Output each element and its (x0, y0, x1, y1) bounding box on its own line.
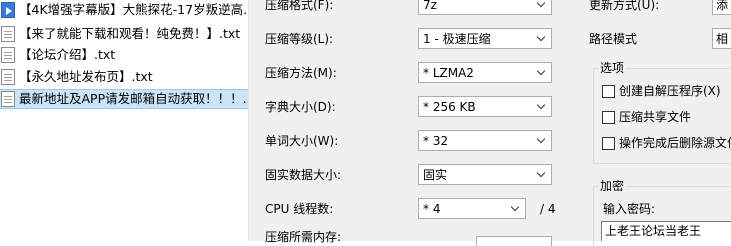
word-value: * 32 (423, 134, 449, 148)
format-select[interactable]: 7z (418, 0, 552, 15)
file-name: 【4K增强字幕版】大熊探花-17岁叛逆高... (19, 2, 248, 17)
list-item[interactable]: 【论坛介绍】.txt (0, 45, 248, 65)
method-value: * LZMA2 (423, 66, 474, 80)
dict-label: 字典大小(D): (265, 100, 336, 114)
threads-value: * 4 (423, 202, 441, 216)
list-item-selected[interactable]: 最新地址及APP请发邮箱自动获取！！！.... (0, 89, 248, 109)
text-file-icon (1, 91, 15, 107)
word-select[interactable]: * 32 (418, 130, 552, 151)
chevron-down-icon (536, 0, 548, 10)
file-name: 最新地址及APP请发邮箱自动获取！！！.... (19, 91, 248, 106)
dict-select[interactable]: * 256 KB (418, 96, 552, 117)
shared-option[interactable]: 压缩共享文件 (602, 109, 691, 125)
password-label: 输入密码: (603, 202, 656, 216)
method-label: 压缩方法(M): (265, 66, 337, 80)
word-label: 单词大小(W): (265, 134, 339, 148)
options-title: 选项 (598, 61, 627, 75)
solid-value: 固实 (423, 168, 448, 182)
encrypt-title: 加密 (598, 179, 627, 193)
chevron-down-icon (536, 66, 548, 78)
file-name: 【来了就能下载和观看！纯免费！】.txt (19, 26, 241, 41)
chevron-down-icon (536, 32, 548, 44)
shared-checkbox[interactable] (602, 110, 615, 124)
level-label: 压缩等级(L): (265, 32, 334, 46)
password-value: 上老王论坛当老王 (605, 224, 702, 238)
list-item[interactable]: 【永久地址发布页】.txt (0, 67, 248, 87)
sfx-label: 创建自解压程序(X) (619, 84, 721, 98)
chevron-down-icon (510, 202, 522, 214)
file-name: 【论坛介绍】.txt (19, 47, 116, 62)
threads-label: CPU 线程数: (265, 202, 334, 216)
format-label: 压缩格式(F): (265, 0, 334, 12)
file-list: 【4K增强字幕版】大熊探花-17岁叛逆高... 【来了就能下载和观看！纯免费！】… (0, 0, 248, 241)
level-value: 1 - 极速压缩 (423, 32, 491, 46)
method-select[interactable]: * LZMA2 (418, 62, 552, 83)
password-input[interactable]: 上老王论坛当老王 (601, 221, 731, 241)
update-select[interactable]: 添 (712, 0, 731, 15)
chevron-down-icon (536, 134, 548, 146)
delete-label: 操作完成后删除源文件 (619, 136, 731, 150)
format-value: 7z (423, 0, 437, 12)
path-select[interactable]: 相 (712, 28, 731, 49)
shared-label: 压缩共享文件 (619, 110, 692, 124)
path-label: 路径模式 (589, 32, 638, 46)
solid-select[interactable]: 固实 (418, 164, 552, 185)
threads-select[interactable]: * 4 (418, 198, 526, 219)
text-file-icon (1, 69, 15, 85)
text-file-icon (1, 47, 15, 63)
delete-option[interactable]: 操作完成后删除源文件 (602, 135, 731, 151)
solid-label: 固实数据大小: (265, 168, 342, 182)
memory-value-box (476, 236, 552, 246)
level-select[interactable]: 1 - 极速压缩 (418, 28, 552, 49)
update-label: 更新方式(U): (589, 0, 660, 12)
threads-max: / 4 (540, 202, 556, 216)
file-name: 【永久地址发布页】.txt (19, 69, 153, 84)
text-file-icon (1, 26, 15, 42)
list-item[interactable]: 【4K增强字幕版】大熊探花-17岁叛逆高... (0, 0, 248, 20)
chevron-down-icon (536, 100, 548, 112)
list-item[interactable]: 【来了就能下载和观看！纯免费！】.txt (0, 24, 248, 44)
sfx-option[interactable]: 创建自解压程序(X) (602, 83, 721, 99)
chevron-down-icon (536, 168, 548, 180)
video-file-icon (1, 2, 15, 18)
dict-value: * 256 KB (423, 100, 476, 114)
update-value: 添 (716, 0, 729, 12)
memory-label: 压缩所需内存: (265, 230, 342, 244)
path-value: 相 (716, 32, 729, 46)
delete-checkbox[interactable] (602, 136, 615, 150)
sfx-checkbox[interactable] (602, 84, 615, 98)
